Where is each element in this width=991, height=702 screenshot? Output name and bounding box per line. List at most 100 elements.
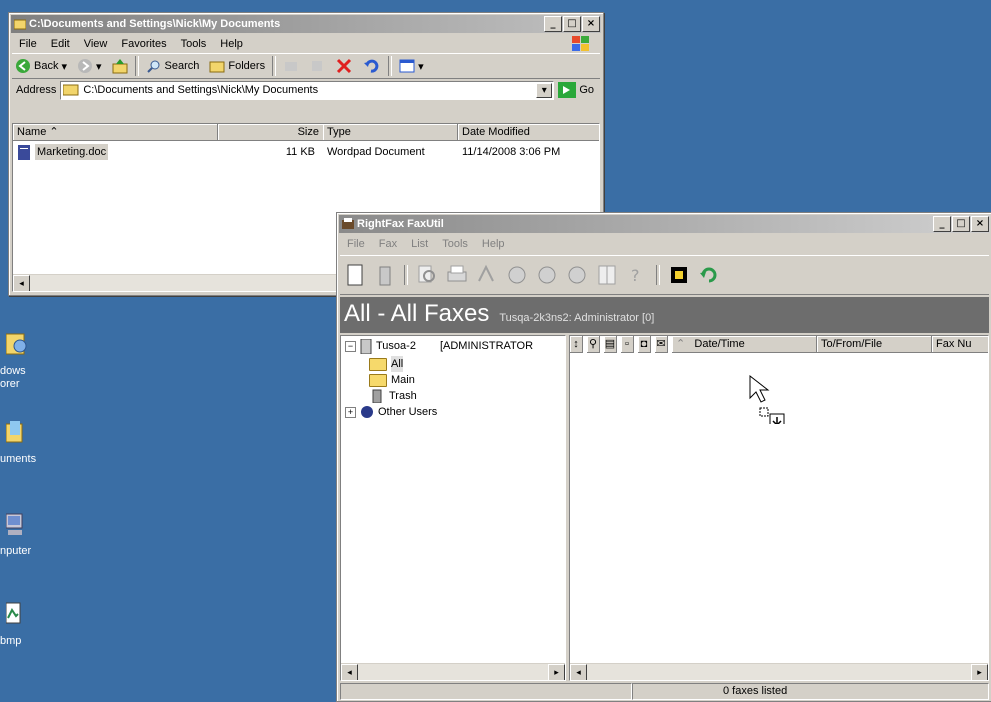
- help-icon[interactable]: ?: [626, 263, 648, 287]
- tree-horizontal-scrollbar[interactable]: ◂ ▸: [341, 663, 565, 680]
- menu-list[interactable]: List: [404, 238, 435, 250]
- desktop-icon-my-documents[interactable]: uments: [0, 418, 60, 465]
- folders-button[interactable]: Folders: [206, 55, 268, 77]
- go-button[interactable]: Go: [558, 82, 600, 98]
- undo-icon: [364, 59, 379, 73]
- column-header-type[interactable]: Type: [323, 124, 458, 141]
- forward-fax-icon[interactable]: [506, 263, 528, 287]
- desktop-icon-my-computer[interactable]: nputer: [0, 510, 60, 557]
- back-button[interactable]: Back ▾: [12, 55, 70, 77]
- column-email[interactable]: ✉: [655, 336, 668, 353]
- delete-button[interactable]: [332, 55, 356, 77]
- faxutil-caption-buttons: _ □ ×: [933, 216, 989, 232]
- faxutil-titlebar[interactable]: RightFax FaxUtil: [339, 215, 990, 233]
- view-fax-icon[interactable]: [416, 263, 438, 287]
- delete-x-icon: [337, 58, 352, 74]
- folders-label: Folders: [228, 60, 266, 72]
- scroll-right-button[interactable]: ▸: [548, 664, 565, 680]
- annotate-icon[interactable]: [476, 263, 498, 287]
- menu-help[interactable]: Help: [213, 38, 250, 50]
- sort-arrow-icon: ⌃: [49, 126, 59, 138]
- close-button[interactable]: ×: [582, 16, 600, 32]
- column-header-name[interactable]: Name ⌃: [13, 124, 218, 141]
- column-header-to-from[interactable]: To/From/File: [817, 336, 932, 353]
- scroll-left-button[interactable]: ◂: [570, 664, 587, 680]
- go-label: Go: [579, 84, 594, 96]
- cover-sheet-icon[interactable]: [596, 263, 618, 287]
- file-modified: 11/14/2008 3:06 PM: [462, 146, 561, 158]
- move-to-button[interactable]: [280, 55, 302, 77]
- tree-folder-all[interactable]: All: [369, 356, 404, 372]
- scroll-right-button[interactable]: ▸: [971, 664, 988, 680]
- new-fax-icon[interactable]: [344, 263, 366, 287]
- column-header-fax-number[interactable]: Fax Nu: [932, 336, 988, 353]
- collapse-icon[interactable]: −: [345, 340, 356, 352]
- toolbar-separator: [272, 56, 277, 76]
- expand-icon[interactable]: +: [345, 406, 356, 418]
- bitmap-icon: [5, 602, 21, 624]
- print-icon[interactable]: [446, 263, 468, 287]
- explorer-titlebar[interactable]: C:\Documents and Settings\Nick\My Docume…: [11, 15, 601, 33]
- minimize-button[interactable]: _: [933, 216, 951, 232]
- copy-to-button[interactable]: [306, 55, 328, 77]
- column-header-datetime[interactable]: ⌃ Date/Time: [672, 336, 817, 353]
- forward-button[interactable]: ▾: [74, 55, 105, 77]
- column-status[interactable]: ▫: [621, 336, 634, 353]
- back-arrow-icon: [16, 59, 30, 73]
- tree-folder-trash[interactable]: Trash: [369, 388, 417, 404]
- undo-button[interactable]: [360, 55, 384, 77]
- minimize-button[interactable]: _: [544, 16, 562, 32]
- stop-icon[interactable]: [668, 263, 690, 287]
- address-dropdown-button[interactable]: ▾: [536, 82, 553, 98]
- menu-tools[interactable]: Tools: [174, 38, 214, 50]
- faxutil-menubar: File Fax List Tools Help: [340, 235, 989, 253]
- refresh-icon[interactable]: [698, 263, 720, 287]
- delete-fax-icon[interactable]: [374, 263, 396, 287]
- address-value: C:\Documents and Settings\Nick\My Docume…: [83, 84, 319, 96]
- file-row[interactable]: Marketing.doc 11 KB Wordpad Document 11/…: [13, 144, 599, 160]
- views-button[interactable]: ▾: [396, 55, 427, 77]
- menu-favorites[interactable]: Favorites: [114, 38, 173, 50]
- up-folder-button[interactable]: [109, 55, 131, 77]
- folder-tree: − Tusoa-2 [ADMINISTRATOR All Main Trash …: [340, 335, 566, 681]
- menu-tools[interactable]: Tools: [435, 238, 475, 250]
- list-horizontal-scrollbar[interactable]: ◂ ▸: [570, 663, 988, 680]
- menu-fax[interactable]: Fax: [372, 238, 404, 250]
- scroll-left-button[interactable]: ◂: [341, 664, 358, 680]
- column-header-size[interactable]: Size: [218, 124, 324, 141]
- menu-edit[interactable]: Edit: [44, 38, 77, 50]
- tree-folder-main[interactable]: Main: [369, 372, 415, 388]
- maximize-button[interactable]: □: [563, 16, 581, 32]
- column-sort-toggle[interactable]: ↕: [570, 336, 583, 353]
- route-fax-icon[interactable]: [536, 263, 558, 287]
- address-input[interactable]: C:\Documents and Settings\Nick\My Docume…: [60, 80, 555, 100]
- move-to-icon: [285, 62, 298, 71]
- close-button[interactable]: ×: [971, 216, 989, 232]
- search-button[interactable]: Search: [143, 55, 203, 77]
- column-preview[interactable]: ⚲: [587, 336, 600, 353]
- resend-fax-icon[interactable]: [566, 263, 588, 287]
- drag-copy-cursor-icon: [749, 374, 785, 424]
- maximize-button[interactable]: □: [952, 216, 970, 232]
- scroll-left-button[interactable]: ◂: [13, 275, 30, 291]
- menu-help[interactable]: Help: [475, 238, 512, 250]
- column-priority[interactable]: ◘: [638, 336, 651, 353]
- status-pane-left: [340, 683, 632, 700]
- tree-server[interactable]: − Tusoa-2 [ADMINISTRATOR: [345, 338, 533, 354]
- faxutil-window: RightFax FaxUtil _ □ × File Fax List Too…: [336, 212, 991, 702]
- chevron-down-icon: ▾: [418, 60, 424, 73]
- desktop-icon-bitmap[interactable]: bmp: [0, 600, 60, 647]
- menu-file[interactable]: File: [12, 38, 44, 50]
- faxutil-app-icon: [342, 218, 354, 229]
- chevron-down-icon: ▾: [61, 60, 67, 73]
- tree-folder-label: Main: [391, 374, 415, 386]
- tree-other-users[interactable]: + Other Users: [345, 404, 437, 420]
- svg-text:?: ?: [631, 266, 640, 285]
- menu-file[interactable]: File: [340, 238, 372, 250]
- desktop-icon-windows-explorer[interactable]: dows orer: [0, 330, 60, 391]
- column-print[interactable]: ▤: [604, 336, 617, 353]
- back-label: Back: [34, 60, 59, 72]
- column-header-date[interactable]: Date Modified: [458, 124, 599, 141]
- desktop-icon-label: nputer: [0, 545, 32, 557]
- menu-view[interactable]: View: [77, 38, 115, 50]
